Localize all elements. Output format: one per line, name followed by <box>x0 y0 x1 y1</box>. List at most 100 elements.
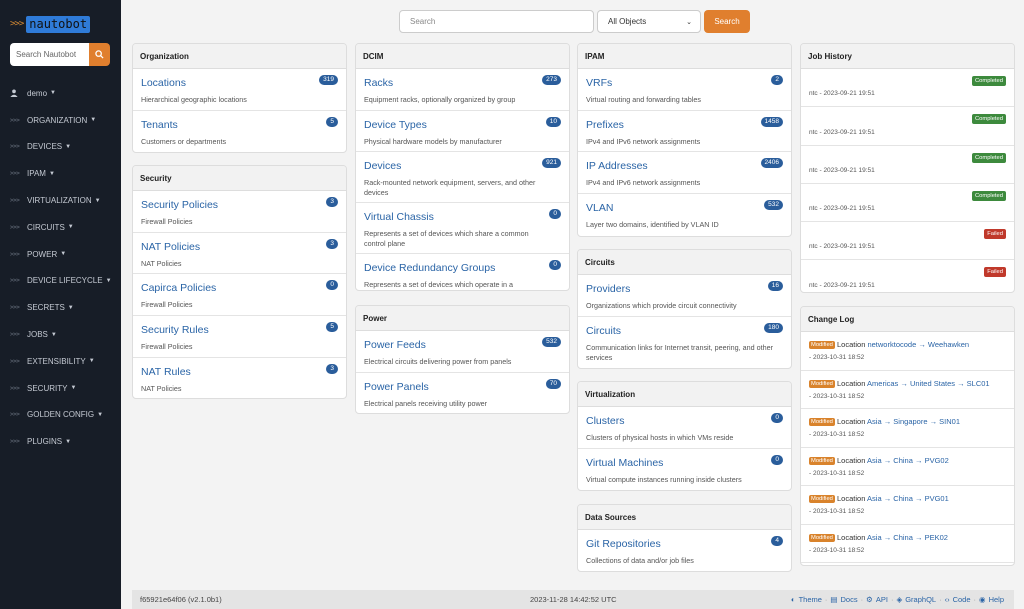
count-badge[interactable]: 180 <box>764 322 783 333</box>
list-item-capirca-policies[interactable]: Capirca Policies Firewall Policies 0 <box>133 274 346 317</box>
item-link[interactable]: VLAN <box>586 202 783 215</box>
item-link[interactable]: Virtual Machines <box>586 457 783 470</box>
item-link[interactable]: Device Types <box>364 119 561 132</box>
item-link[interactable]: Devices <box>364 160 561 173</box>
sidebar-item-plugins[interactable]: >>> PLUGINS ▼ <box>0 428 121 455</box>
count-badge[interactable]: 10 <box>545 116 561 127</box>
count-badge[interactable]: 0 <box>771 413 783 423</box>
footer-link-graphql[interactable]: GraphQL <box>905 595 936 604</box>
list-item-security-rules[interactable]: Security Rules Firewall Policies 5 <box>133 316 346 358</box>
list-item-vlan[interactable]: VLAN Layer two domains, identified by VLA… <box>578 194 791 236</box>
list-item-clusters[interactable]: Clusters Clusters of physical hosts in wh… <box>578 407 791 449</box>
list-item-locations[interactable]: Locations Hierarchical geographic locatio… <box>133 69 346 111</box>
list-item-tenants[interactable]: Tenants Customers or departments 5 <box>133 111 346 152</box>
sidebar-item-circuits[interactable]: >>> CIRCUITS ▼ <box>0 214 121 241</box>
job-row[interactable]: Completed ntc - 2023-09-21 19:51 <box>801 107 1014 146</box>
object-link[interactable]: Asia → China → PVG02 <box>867 456 949 465</box>
item-link[interactable]: Prefixes <box>586 119 783 132</box>
count-badge[interactable]: 5 <box>326 116 338 127</box>
sidebar-item-virtualization[interactable]: >>> VIRTUALIZATION ▼ <box>0 187 121 214</box>
count-badge[interactable]: 273 <box>542 75 561 85</box>
job-row[interactable]: Completed ntc - 2023-09-21 19:51 <box>801 184 1014 223</box>
count-badge[interactable]: 1458 <box>760 116 783 127</box>
list-item-racks[interactable]: Racks Equipment racks, optionally organiz… <box>356 69 569 111</box>
footer-link-api[interactable]: API <box>876 595 888 604</box>
sidebar-item-organization[interactable]: >>> ORGANIZATION ▼ <box>0 107 121 134</box>
sidebar-item-extensibility[interactable]: >>> EXTENSIBILITY ▼ <box>0 348 121 375</box>
footer-link-theme[interactable]: Theme <box>799 595 822 604</box>
search-scope-select[interactable]: All Objects ⌄ <box>597 10 701 33</box>
job-row[interactable]: Completed ntc - 2023-09-21 19:51 <box>801 146 1014 184</box>
job-text[interactable]: ntc - 2023-09-21 19:51 <box>809 243 875 250</box>
item-link[interactable]: VRFs <box>586 77 783 90</box>
count-badge[interactable]: 16 <box>767 281 783 291</box>
change-timestamp[interactable]: - 2023-10-31 18:52 <box>809 470 864 477</box>
item-link[interactable]: Power Feeds <box>364 339 561 352</box>
count-badge[interactable]: 2 <box>771 75 783 85</box>
object-link[interactable]: Asia → Singapore → SIN01 <box>867 417 960 426</box>
list-item-vrfs[interactable]: VRFs Virtual routing and forwarding table… <box>578 69 791 111</box>
item-link[interactable]: Git Repositories <box>586 538 783 551</box>
object-link[interactable]: networktocode → Weehawken <box>867 340 969 349</box>
list-item-nat-policies[interactable]: NAT Policies NAT Policies 3 <box>133 233 346 275</box>
sidebar-item-secrets[interactable]: >>> SECRETS ▼ <box>0 294 121 321</box>
count-badge[interactable]: 532 <box>542 337 561 347</box>
item-link[interactable]: NAT Rules <box>141 366 338 379</box>
sidebar-search-button[interactable] <box>89 43 110 66</box>
change-timestamp[interactable]: - 2023-10-31 18:52 <box>809 431 864 438</box>
item-link[interactable]: Clusters <box>586 415 783 428</box>
sidebar-item-device-lifecycle[interactable]: >>> DEVICE LIFECYCLE ▼ <box>0 268 121 295</box>
sidebar-item-power[interactable]: >>> POWER ▼ <box>0 241 121 268</box>
nautobot-logo[interactable]: >>> nautobot <box>10 15 91 33</box>
item-link[interactable]: Device Redundancy Groups <box>364 262 561 275</box>
item-link[interactable]: Circuits <box>586 325 783 338</box>
footer-link-docs[interactable]: Docs <box>841 595 858 604</box>
count-badge[interactable]: 319 <box>319 75 338 85</box>
change-timestamp[interactable]: - 2023-10-31 18:52 <box>809 393 864 400</box>
list-item-device-types[interactable]: Device Types Physical hardware models by … <box>356 111 569 153</box>
count-badge[interactable]: 3 <box>326 238 338 249</box>
item-link[interactable]: Security Policies <box>141 199 338 212</box>
object-link[interactable]: Americas → United States → SLC01 <box>867 379 990 388</box>
item-link[interactable]: Racks <box>364 77 561 90</box>
item-link[interactable]: Locations <box>141 77 338 90</box>
change-timestamp[interactable]: - 2023-10-31 18:52 <box>809 508 864 515</box>
list-item-circuits[interactable]: Circuits Communication links for Internet… <box>578 317 791 368</box>
count-badge[interactable]: 3 <box>326 363 338 374</box>
job-row[interactable]: Failed ntc - 2023-09-21 19:51 <box>801 222 1014 261</box>
item-link[interactable]: Power Panels <box>364 381 561 394</box>
sidebar-item-ipam[interactable]: >>> IPAM ▼ <box>0 160 121 187</box>
list-item-power-panels[interactable]: Power Panels Electrical panels receiving … <box>356 373 569 413</box>
item-link[interactable]: Tenants <box>141 119 338 132</box>
list-item-ip-addresses[interactable]: IP Addresses IPv4 and IPv6 network assign… <box>578 152 791 195</box>
job-text[interactable]: ntc - 2023-09-21 19:51 <box>809 90 875 97</box>
count-badge[interactable]: 5 <box>326 322 338 333</box>
count-badge[interactable]: 0 <box>771 454 783 465</box>
list-item-virtual-chassis[interactable]: Virtual Chassis Represents a set of devic… <box>356 203 569 255</box>
object-link[interactable]: Asia → China → PEK02 <box>867 533 948 542</box>
list-item-virtual-machines[interactable]: Virtual Machines Virtual compute instance… <box>578 449 791 490</box>
count-badge[interactable]: 70 <box>545 378 561 389</box>
list-item-providers[interactable]: Providers Organizations which provide cir… <box>578 275 791 317</box>
list-item-git-repositories[interactable]: Git Repositories Collections of data and/… <box>578 530 791 571</box>
item-link[interactable]: NAT Policies <box>141 241 338 254</box>
count-badge[interactable]: 921 <box>542 158 561 169</box>
change-timestamp[interactable]: - 2023-10-31 18:52 <box>809 547 864 554</box>
count-badge[interactable]: 4 <box>771 536 783 546</box>
sidebar-search-input[interactable] <box>10 43 89 66</box>
change-timestamp[interactable]: - 2023-10-31 18:52 <box>809 354 864 361</box>
job-text[interactable]: ntc - 2023-09-21 19:51 <box>809 205 875 212</box>
job-row[interactable]: Completed ntc - 2023-09-21 19:51 <box>801 69 1014 108</box>
list-item-devices[interactable]: Devices Rack-mounted network equipment, s… <box>356 152 569 204</box>
count-badge[interactable]: 3 <box>326 197 338 207</box>
count-badge[interactable]: 2406 <box>760 158 783 169</box>
search-input[interactable] <box>399 10 594 33</box>
list-item-device-redundancy-groups[interactable]: Device Redundancy Groups Represents a set… <box>356 254 569 290</box>
sidebar-item-golden-config[interactable]: >>> GOLDEN CONFIG ▼ <box>0 402 121 429</box>
item-link[interactable]: Security Rules <box>141 324 338 337</box>
list-item-power-feeds[interactable]: Power Feeds Electrical circuits deliverin… <box>356 331 569 373</box>
sidebar-item-devices[interactable]: >>> DEVICES ▼ <box>0 134 121 161</box>
job-text[interactable]: ntc - 2023-09-21 19:51 <box>809 282 875 289</box>
count-badge[interactable]: 532 <box>764 200 783 211</box>
job-row[interactable]: Failed ntc - 2023-09-21 19:51 <box>801 260 1014 292</box>
